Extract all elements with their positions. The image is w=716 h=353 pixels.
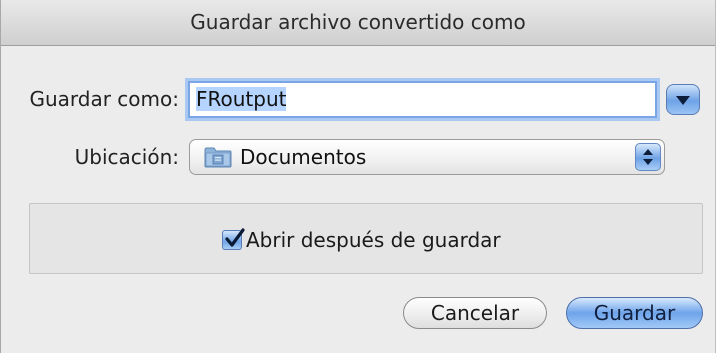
disclosure-triangle-icon xyxy=(676,96,690,105)
open-after-save-checkbox[interactable] xyxy=(222,228,245,250)
popup-arrows-icon xyxy=(635,143,661,171)
cancel-button[interactable]: Cancelar xyxy=(403,297,547,329)
location-label: Ubicación: xyxy=(74,145,179,169)
save-dialog: Guardar archivo convertido como Guardar … xyxy=(0,0,716,353)
checkmark-icon xyxy=(225,228,245,247)
folder-icon xyxy=(204,147,232,168)
options-panel: Abrir después de guardar xyxy=(29,203,703,274)
location-value: Documentos xyxy=(240,145,367,169)
location-popup[interactable]: Documentos xyxy=(189,139,665,175)
save-button[interactable]: Guardar xyxy=(566,297,703,329)
save-as-label: Guardar como: xyxy=(29,87,179,111)
expand-dialog-button[interactable] xyxy=(666,84,700,115)
open-after-save-label[interactable]: Abrir después de guardar xyxy=(246,228,501,252)
filename-value: FRoutput xyxy=(196,87,287,111)
filename-input[interactable]: FRoutput xyxy=(188,81,657,118)
dialog-title: Guardar archivo convertido como xyxy=(1,0,715,46)
